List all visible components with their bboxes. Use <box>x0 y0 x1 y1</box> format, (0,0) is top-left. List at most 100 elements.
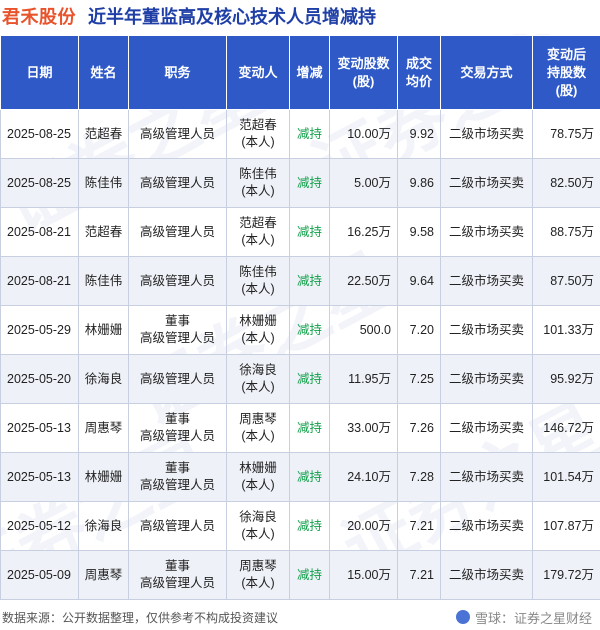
cell-date: 2025-05-13 <box>0 403 79 453</box>
cell-date: 2025-05-12 <box>0 501 79 551</box>
cell-shares: 33.00万 <box>329 403 398 453</box>
header-date: 日期 <box>0 35 79 110</box>
cell-name: 范超春 <box>78 109 129 159</box>
cell-actor: 周惠琴 (本人) <box>226 403 290 453</box>
header-name: 姓名 <box>78 35 129 110</box>
cell-avg-price: 7.21 <box>397 550 441 600</box>
footer: 数据来源：公开数据整理，仅供参考不构成投资建议 雪球：证券之星财经 <box>0 604 600 630</box>
cell-position: 董事 高级管理人员 <box>128 403 227 453</box>
header-shares: 变动股数 (股) <box>329 35 398 110</box>
cell-holding-after: 179.72万 <box>532 550 600 600</box>
table-row: 2025-08-21 陈佳伟 高级管理人员 陈佳伟 (本人) 减持 22.50万 9.64 二级… <box>0 256 600 306</box>
table-row: 2025-08-25 范超春 高级管理人员 范超春 (本人) 减持 10.00万 9.92 二级… <box>0 109 600 159</box>
brand-label: 雪球：证券之星财经 <box>474 611 592 627</box>
cell-holding-after: 146.72万 <box>532 403 600 453</box>
cell-name: 范超春 <box>78 207 129 257</box>
cell-holding-after: 107.87万 <box>532 501 600 551</box>
cell-method: 二级市场买卖 <box>440 256 533 306</box>
cell-name: 徐海良 <box>78 501 129 551</box>
cell-holding-after: 82.50万 <box>532 158 600 208</box>
cell-shares: 22.50万 <box>329 256 398 306</box>
cell-name: 周惠琴 <box>78 550 129 600</box>
header-direction: 增减 <box>289 35 330 110</box>
cell-method: 二级市场买卖 <box>440 550 533 600</box>
cell-method: 二级市场买卖 <box>440 452 533 502</box>
cell-holding-after: 95.92万 <box>532 354 600 404</box>
cell-date: 2025-08-25 <box>0 109 79 159</box>
cell-method: 二级市场买卖 <box>440 354 533 404</box>
cell-direction: 减持 <box>289 256 330 306</box>
cell-date: 2025-08-25 <box>0 158 79 208</box>
snowball-logo-icon <box>455 610 470 624</box>
cell-shares: 10.00万 <box>329 109 398 159</box>
cell-avg-price: 9.92 <box>397 109 441 159</box>
cell-direction: 减持 <box>289 501 330 551</box>
cell-shares: 500.0 <box>329 305 398 355</box>
table-row: 2025-05-12 徐海良 高级管理人员 徐海良 (本人) 减持 20.00万 7.21 二级… <box>0 501 600 551</box>
cell-avg-price: 9.86 <box>397 158 441 208</box>
cell-position: 高级管理人员 <box>128 207 227 257</box>
cell-position: 董事 高级管理人员 <box>128 305 227 355</box>
cell-date: 2025-08-21 <box>0 256 79 306</box>
cell-avg-price: 9.58 <box>397 207 441 257</box>
cell-date: 2025-08-21 <box>0 207 79 257</box>
brand: 雪球：证券之星财经 <box>455 608 592 627</box>
cell-position: 高级管理人员 <box>128 109 227 159</box>
table-row: 2025-05-09 周惠琴 董事 高级管理人员 周惠琴 (本人) 减持 15.00万 7.21… <box>0 550 600 600</box>
insider-trading-table: 日期 姓名 职务 变动人 增减 变动股数 (股) 成交 均价 交易方式 变动后 持股数 (股) 2025… <box>0 35 600 600</box>
cell-holding-after: 78.75万 <box>532 109 600 159</box>
cell-position: 董事 高级管理人员 <box>128 452 227 502</box>
cell-avg-price: 9.64 <box>397 256 441 306</box>
table-row: 2025-05-13 林姗姗 董事 高级管理人员 林姗姗 (本人) 减持 24.10万 7.28… <box>0 452 600 502</box>
data-source-note: 数据来源：公开数据整理，仅供参考不构成投资建议 <box>2 610 279 625</box>
cell-date: 2025-05-20 <box>0 354 79 404</box>
cell-direction: 减持 <box>289 305 330 355</box>
cell-direction: 减持 <box>289 403 330 453</box>
cell-avg-price: 7.20 <box>397 305 441 355</box>
cell-shares: 16.25万 <box>329 207 398 257</box>
cell-method: 二级市场买卖 <box>440 158 533 208</box>
table-row: 2025-05-20 徐海良 高级管理人员 徐海良 (本人) 减持 11.95万 7.25 二级… <box>0 354 600 404</box>
header-position: 职务 <box>128 35 227 110</box>
table-body: 2025-08-25 范超春 高级管理人员 范超春 (本人) 减持 10.00万 9.92 二级… <box>0 109 600 600</box>
cell-shares: 24.10万 <box>329 452 398 502</box>
cell-avg-price: 7.28 <box>397 452 441 502</box>
cell-actor: 陈佳伟 (本人) <box>226 158 290 208</box>
cell-method: 二级市场买卖 <box>440 305 533 355</box>
cell-actor: 陈佳伟 (本人) <box>226 256 290 306</box>
table-row: 2025-05-29 林姗姗 董事 高级管理人员 林姗姗 (本人) 减持 500.0 7.20 二… <box>0 305 600 355</box>
cell-direction: 减持 <box>289 452 330 502</box>
cell-holding-after: 101.33万 <box>532 305 600 355</box>
header-actor: 变动人 <box>226 35 290 110</box>
cell-actor: 周惠琴 (本人) <box>226 550 290 600</box>
cell-direction: 减持 <box>289 158 330 208</box>
cell-direction: 减持 <box>289 207 330 257</box>
cell-avg-price: 7.26 <box>397 403 441 453</box>
cell-shares: 20.00万 <box>329 501 398 551</box>
title-bar: 君禾股份 近半年董监高及核心技术人员增减持 <box>0 0 600 32</box>
cell-method: 二级市场买卖 <box>440 207 533 257</box>
cell-direction: 减持 <box>289 109 330 159</box>
header-method: 交易方式 <box>440 35 533 110</box>
cell-actor: 范超春 (本人) <box>226 109 290 159</box>
cell-method: 二级市场买卖 <box>440 403 533 453</box>
cell-date: 2025-05-13 <box>0 452 79 502</box>
cell-shares: 15.00万 <box>329 550 398 600</box>
cell-actor: 徐海良 (本人) <box>226 501 290 551</box>
table-header-row: 日期 姓名 职务 变动人 增减 变动股数 (股) 成交 均价 交易方式 变动后 持股数 (股) <box>0 35 600 110</box>
header-avg-price: 成交 均价 <box>397 35 441 110</box>
cell-holding-after: 87.50万 <box>532 256 600 306</box>
cell-name: 林姗姗 <box>78 452 129 502</box>
cell-position: 董事 高级管理人员 <box>128 550 227 600</box>
table-row: 2025-08-21 范超春 高级管理人员 范超春 (本人) 减持 16.25万 9.58 二级… <box>0 207 600 257</box>
cell-position: 高级管理人员 <box>128 158 227 208</box>
cell-method: 二级市场买卖 <box>440 109 533 159</box>
cell-direction: 减持 <box>289 550 330 600</box>
cell-name: 徐海良 <box>78 354 129 404</box>
cell-date: 2025-05-29 <box>0 305 79 355</box>
cell-shares: 11.95万 <box>329 354 398 404</box>
cell-name: 周惠琴 <box>78 403 129 453</box>
cell-name: 陈佳伟 <box>78 158 129 208</box>
table-row: 2025-05-13 周惠琴 董事 高级管理人员 周惠琴 (本人) 减持 33.00万 7.26… <box>0 403 600 453</box>
cell-avg-price: 7.25 <box>397 354 441 404</box>
